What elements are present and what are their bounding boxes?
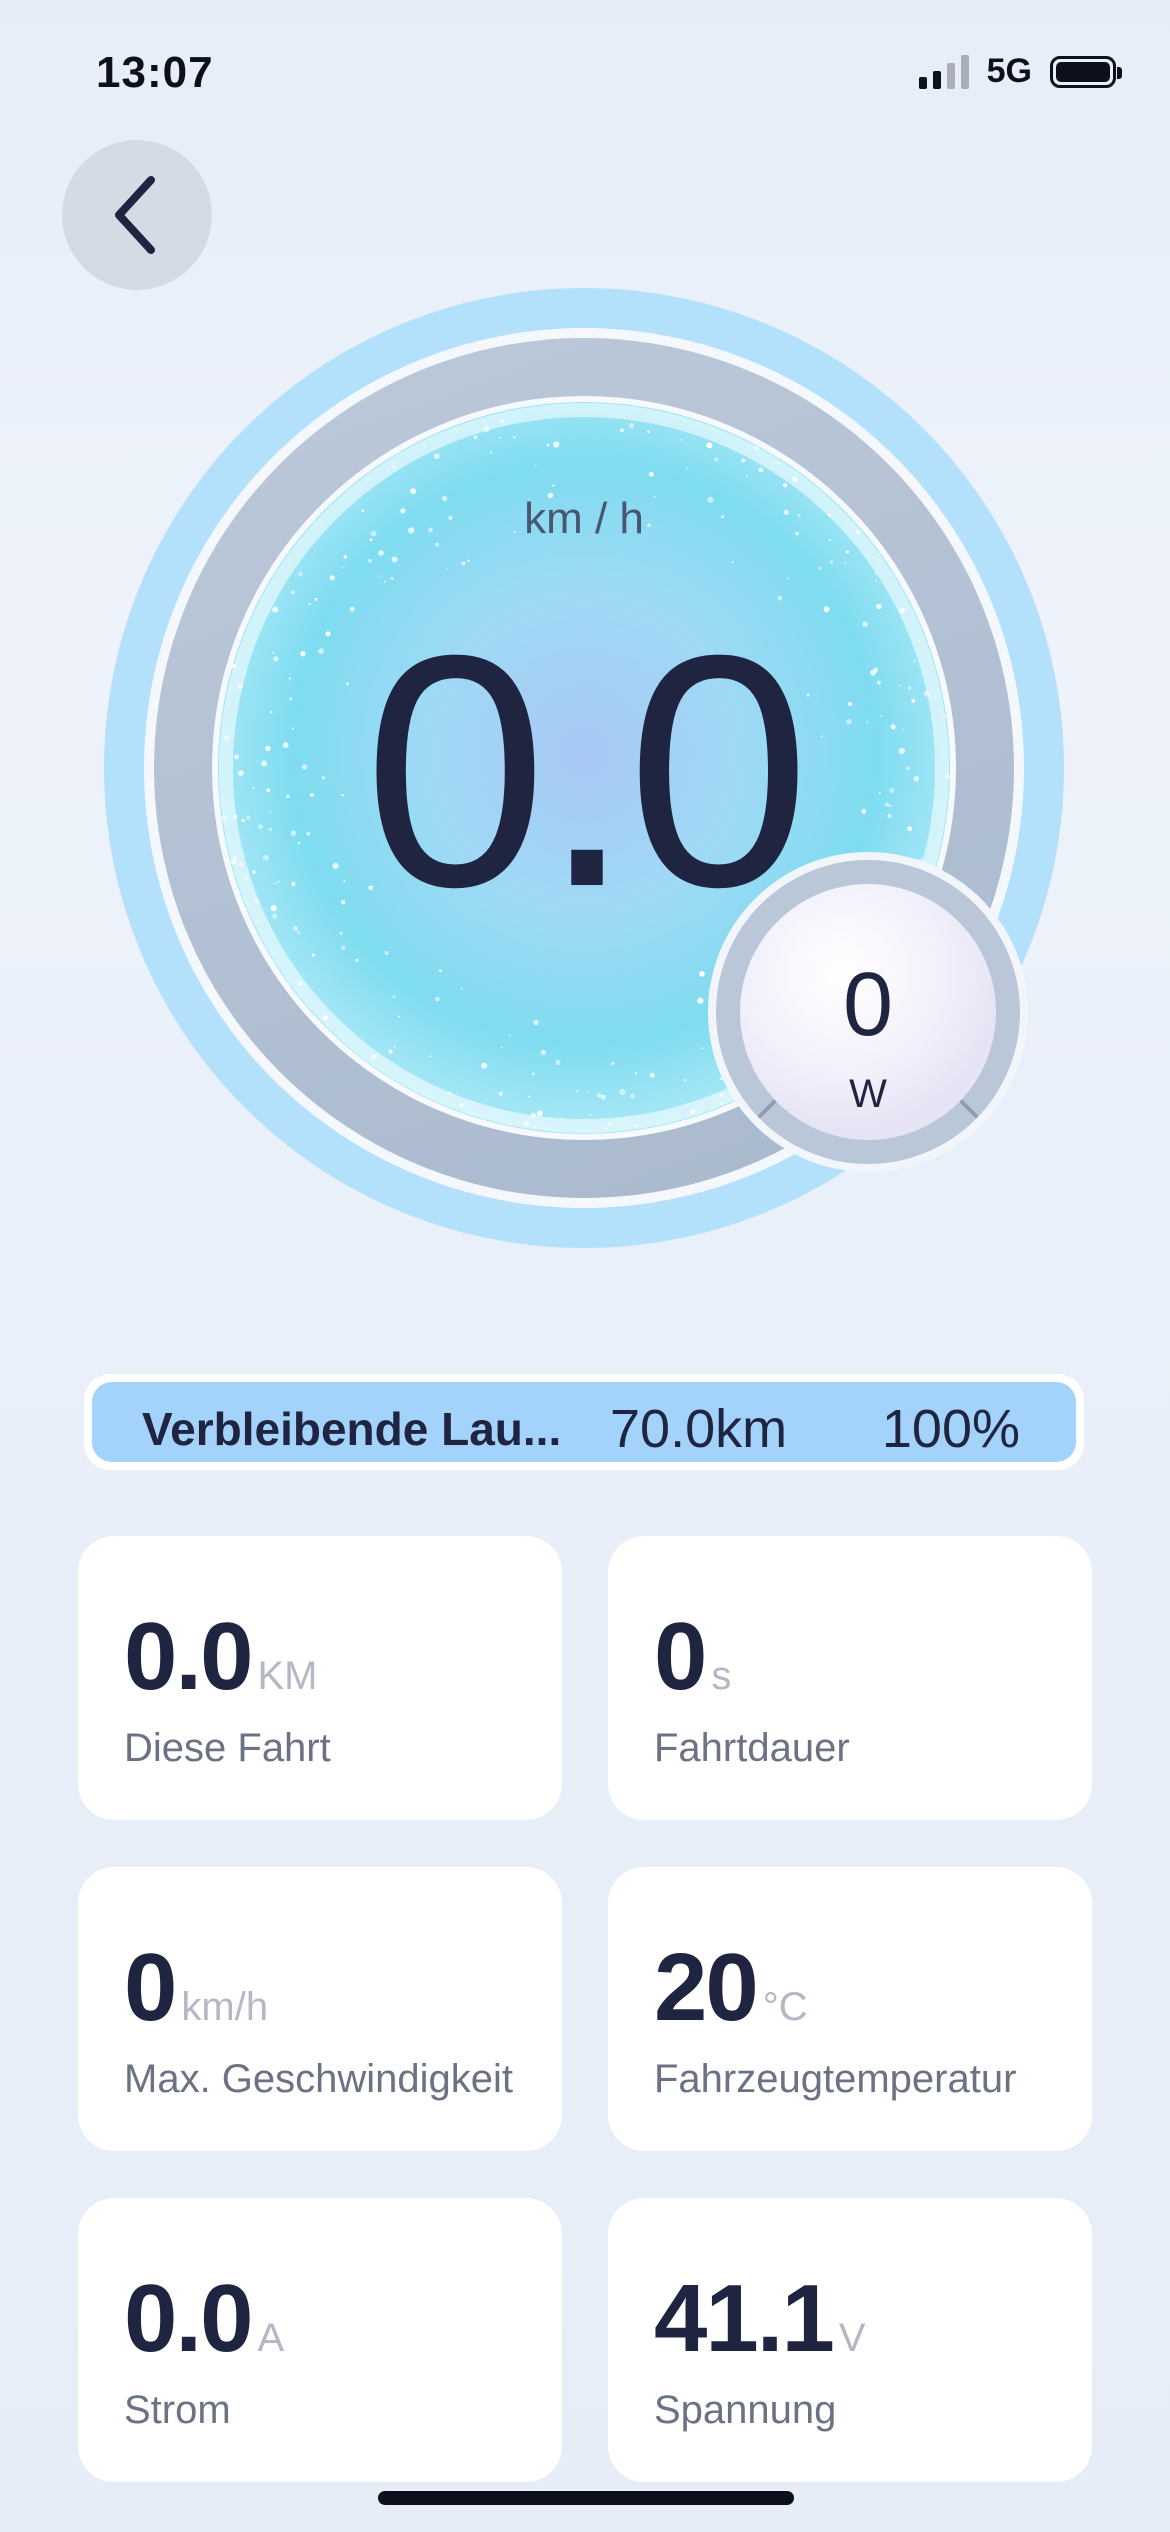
- stat-card-trip-distance: 0.0 KM Diese Fahrt: [78, 1536, 562, 1820]
- chevron-left-icon: [115, 176, 155, 254]
- stat-label: Diese Fahrt: [124, 1726, 331, 1770]
- speed-unit: km / h: [524, 494, 644, 543]
- home-indicator[interactable]: [378, 2491, 794, 2505]
- stat-card-max-speed: 0 km/h Max. Geschwindigkeit: [78, 1867, 562, 2151]
- speedometer: km / h 0.0 0 W: [104, 288, 1064, 1248]
- power-unit: W: [849, 1072, 887, 1116]
- stat-value: 0: [124, 1934, 177, 2041]
- remaining-range-bar: Verbleibende Lau... 70.0km 100%: [84, 1374, 1084, 1470]
- status-indicators: 5G: [918, 52, 1122, 91]
- stat-label: Spannung: [654, 2388, 837, 2432]
- stat-card-current: 0.0 A Strom: [78, 2198, 562, 2482]
- stat-label: Strom: [124, 2388, 231, 2432]
- range-label: Verbleibende Lau...: [142, 1403, 562, 1455]
- battery-icon: [1050, 55, 1122, 88]
- network-type: 5G: [986, 52, 1032, 90]
- status-time: 13:07: [96, 48, 214, 97]
- power-value: 0: [842, 955, 894, 1055]
- battery-percent: 100%: [881, 1399, 1020, 1459]
- stat-value: 20: [654, 1934, 759, 2041]
- stat-value: 0.0: [124, 1603, 253, 1710]
- status-bar: 13:07 5G: [0, 0, 1170, 140]
- back-button[interactable]: [62, 140, 212, 290]
- signal-icon: [918, 54, 969, 89]
- stat-unit: °C: [762, 1985, 808, 2029]
- stat-label: Fahrzeugtemperatur: [654, 2057, 1017, 2101]
- stat-card-trip-duration: 0 s Fahrtdauer: [608, 1536, 1092, 1820]
- stat-unit: km/h: [181, 1985, 269, 2029]
- stat-value: 0: [654, 1603, 707, 1710]
- range-distance: 70.0km: [610, 1399, 788, 1459]
- stat-unit: A: [257, 2316, 285, 2360]
- stat-card-vehicle-temperature: 20 °C Fahrzeugtemperatur: [608, 1867, 1092, 2151]
- range-fill: Verbleibende Lau... 70.0km 100%: [92, 1382, 1076, 1462]
- stat-unit: s: [711, 1654, 732, 1698]
- stat-unit: KM: [257, 1654, 318, 1698]
- stat-label: Max. Geschwindigkeit: [124, 2057, 514, 2101]
- stat-label: Fahrtdauer: [654, 1726, 850, 1770]
- stat-value: 41.1: [654, 2265, 835, 2372]
- stat-unit: V: [838, 2316, 866, 2360]
- stat-value: 0.0: [124, 2265, 253, 2372]
- stat-card-voltage: 41.1 V Spannung: [608, 2198, 1092, 2482]
